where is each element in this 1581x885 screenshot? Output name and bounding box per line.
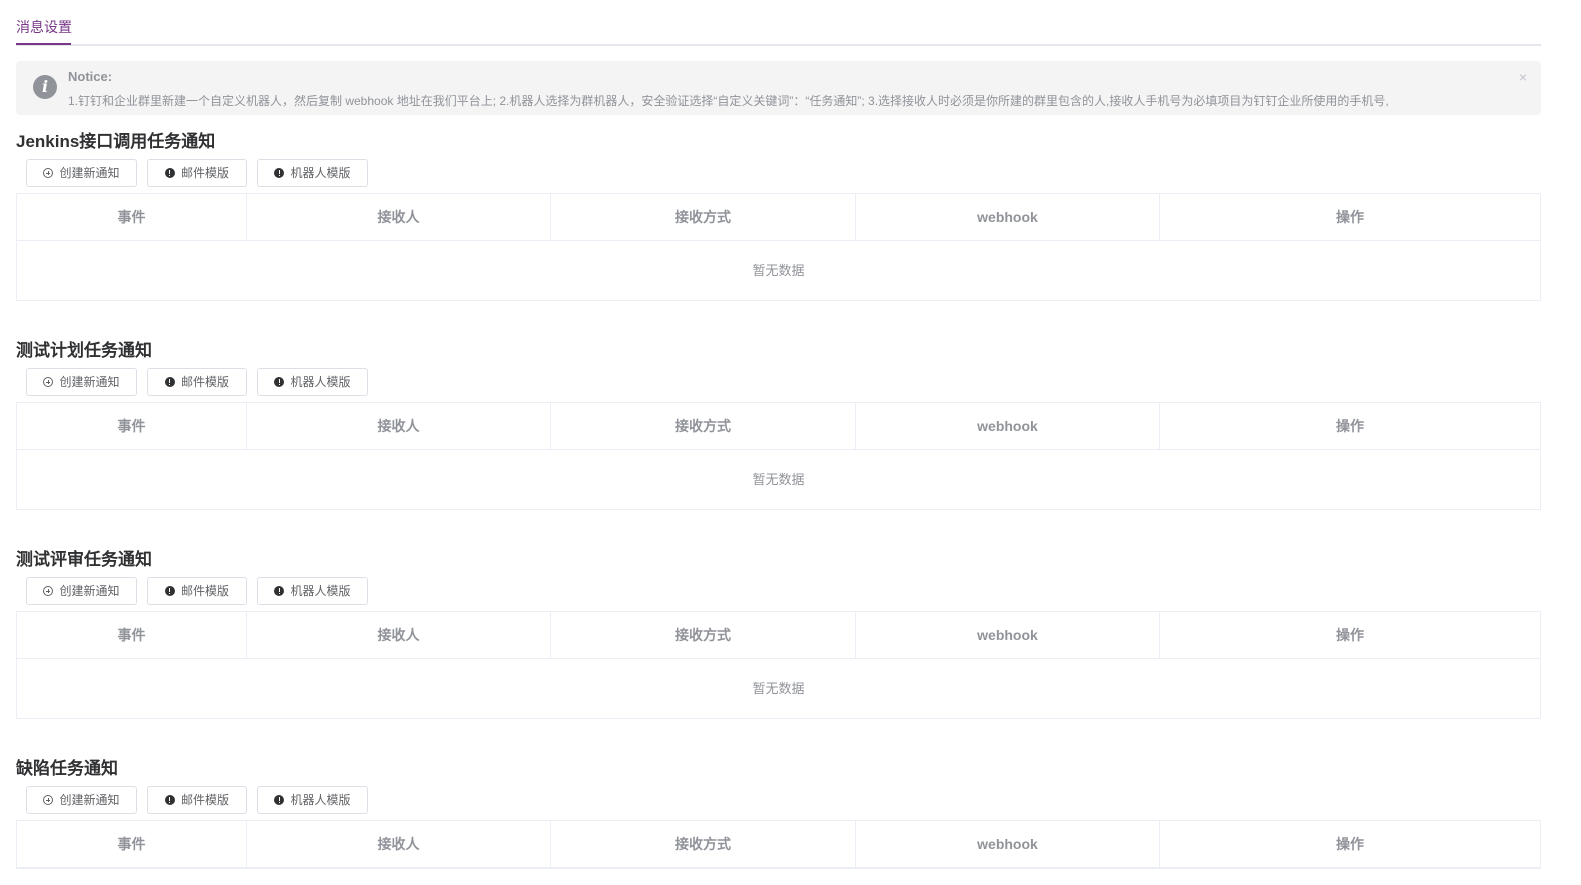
empty-table-text: 暂无数据 — [752, 263, 805, 278]
column-header-receive-method: 接收方式 — [551, 821, 856, 867]
column-header-receive-method: 接收方式 — [551, 194, 856, 240]
notification-table: 事件 接收人 接收方式 webhook 操作 — [16, 820, 1541, 869]
table-header: 事件 接收人 接收方式 webhook 操作 — [17, 403, 1540, 450]
table-header: 事件 接收人 接收方式 webhook 操作 — [17, 612, 1540, 659]
robot-template-button[interactable]: 机器人模版 — [257, 786, 368, 814]
section-title: Jenkins接口调用任务通知 — [16, 132, 216, 151]
robot-template-button[interactable]: 机器人模版 — [257, 159, 368, 187]
create-notification-button[interactable]: 创建新通知 — [26, 159, 137, 187]
column-header-event: 事件 — [17, 194, 247, 240]
tab-bar: 消息设置 — [16, 0, 1541, 46]
warning-icon — [274, 586, 285, 596]
empty-table-text: 暂无数据 — [752, 472, 805, 487]
column-header-event: 事件 — [17, 612, 247, 658]
notification-table: 事件 接收人 接收方式 webhook 操作 暂无数据 — [16, 611, 1541, 719]
table-header: 事件 接收人 接收方式 webhook 操作 — [17, 821, 1540, 868]
column-header-receiver: 接收人 — [247, 403, 551, 449]
column-header-event: 事件 — [17, 821, 247, 867]
notice-title: Notice: — [68, 69, 113, 84]
column-header-receiver: 接收人 — [247, 612, 551, 658]
message-settings-page: 消息设置 i Notice: 1.钉钉和企业群里新建一个自定义机器人，然后复制 … — [0, 0, 1581, 885]
mail-template-button[interactable]: 邮件模版 — [147, 368, 247, 396]
create-notification-button[interactable]: 创建新通知 — [26, 786, 137, 814]
column-header-receive-method: 接收方式 — [551, 612, 856, 658]
robot-template-button[interactable]: 机器人模版 — [257, 368, 368, 396]
column-header-operation: 操作 — [1336, 418, 1364, 434]
warning-icon — [274, 377, 285, 387]
section-title: 测试评审任务通知 — [16, 550, 152, 569]
column-header-webhook: webhook — [856, 194, 1160, 240]
empty-table-text: 暂无数据 — [752, 681, 805, 696]
column-header-receiver: 接收人 — [247, 194, 551, 240]
tab-message-settings[interactable]: 消息设置 — [16, 0, 72, 46]
notice-alert: i Notice: 1.钉钉和企业群里新建一个自定义机器人，然后复制 webho… — [16, 61, 1541, 115]
notification-table: 事件 接收人 接收方式 webhook 操作 暂无数据 — [16, 402, 1541, 510]
section-title: 测试计划任务通知 — [16, 341, 152, 360]
plus-circle-icon — [43, 168, 54, 178]
column-header-operation: 操作 — [1336, 836, 1364, 852]
mail-template-button[interactable]: 邮件模版 — [147, 786, 247, 814]
notification-table: 事件 接收人 接收方式 webhook 操作 暂无数据 — [16, 193, 1541, 301]
column-header-webhook: webhook — [856, 403, 1160, 449]
warning-icon — [164, 168, 175, 178]
table-header: 事件 接收人 接收方式 webhook 操作 — [17, 194, 1540, 241]
create-notification-button[interactable]: 创建新通知 — [26, 577, 137, 605]
robot-template-button[interactable]: 机器人模版 — [257, 577, 368, 605]
notice-text: 1.钉钉和企业群里新建一个自定义机器人，然后复制 webhook 地址在我们平台… — [68, 94, 1389, 108]
column-header-receiver: 接收人 — [247, 821, 551, 867]
plus-circle-icon — [43, 795, 54, 805]
warning-icon — [164, 377, 175, 387]
mail-template-button[interactable]: 邮件模版 — [147, 159, 247, 187]
column-header-webhook: webhook — [856, 821, 1160, 867]
column-header-receive-method: 接收方式 — [551, 403, 856, 449]
mail-template-button[interactable]: 邮件模版 — [147, 577, 247, 605]
column-header-operation: 操作 — [1336, 627, 1364, 643]
section-title: 缺陷任务通知 — [16, 759, 118, 778]
plus-circle-icon — [43, 586, 54, 596]
warning-icon — [164, 586, 175, 596]
close-icon[interactable]: × — [1519, 69, 1527, 85]
column-header-event: 事件 — [17, 403, 247, 449]
plus-circle-icon — [43, 377, 54, 387]
column-header-webhook: webhook — [856, 612, 1160, 658]
warning-icon — [274, 168, 285, 178]
info-icon: i — [33, 75, 57, 99]
create-notification-button[interactable]: 创建新通知 — [26, 368, 137, 396]
warning-icon — [274, 795, 285, 805]
active-tab-indicator — [16, 43, 71, 45]
warning-icon — [164, 795, 175, 805]
column-header-operation: 操作 — [1336, 209, 1364, 225]
